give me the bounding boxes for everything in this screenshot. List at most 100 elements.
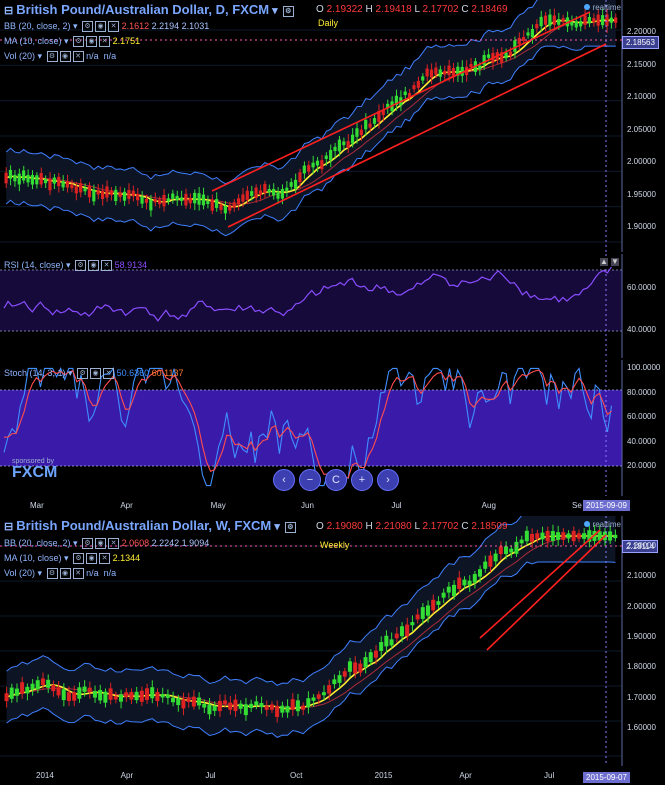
daily-vol-legend[interactable]: Vol (20) ▾ ⚙ ◉ ✕ n/a n/a xyxy=(4,51,116,63)
stoch-legend[interactable]: Stoch (14, 3, 1) ▾ ⚙ ◉ ✕ 50.6360 60.1137 xyxy=(4,368,184,380)
move-down-icon: ▼ xyxy=(611,257,619,266)
weekly-period-badge: Weekly xyxy=(320,540,350,550)
candle-body xyxy=(206,200,210,205)
close-icon[interactable]: ✕ xyxy=(72,568,84,580)
candle-body xyxy=(596,14,600,26)
rsi-panel[interactable]: RSI (14, close) ▾ ⚙ ◉ ✕ 58.9134 ▲ ▼ 60.0000… xyxy=(0,254,665,358)
candle-body xyxy=(176,698,181,706)
candle-body xyxy=(136,194,140,201)
candle-body xyxy=(350,134,355,144)
settings-icon[interactable]: ⚙ xyxy=(82,538,94,550)
candle-body xyxy=(347,661,352,672)
close-icon[interactable]: ✕ xyxy=(108,538,120,550)
settings-icon[interactable]: ⚙ xyxy=(82,21,94,33)
close-icon[interactable]: ✕ xyxy=(99,36,111,48)
candle-body xyxy=(153,198,157,203)
daily-symbol-title[interactable]: British Pound/Australian Dollar, D, FXCM xyxy=(16,2,269,17)
settings-icon[interactable]: ⚙ xyxy=(77,368,89,380)
scroll-left-button[interactable]: ‹ xyxy=(273,469,295,491)
y-tick-label: 40.0000 xyxy=(627,436,656,446)
candle-body xyxy=(289,182,293,187)
candle-body xyxy=(4,693,9,702)
candle-body xyxy=(25,686,30,694)
candle-body xyxy=(217,700,222,712)
candle-body xyxy=(446,586,451,593)
weekly-bb-legend[interactable]: BB (20, close, 2) ▾ ⚙ ◉ ✕ 2.0608 2.2242 1.… xyxy=(4,538,209,550)
candle-body xyxy=(254,187,258,198)
weekly-vol-legend[interactable]: Vol (20) ▾ ⚙ ◉ ✕ n/a n/a xyxy=(4,568,116,580)
candle-body xyxy=(232,202,236,208)
x-tick-label: Apr xyxy=(459,771,472,780)
candle-body xyxy=(245,190,249,200)
settings-icon[interactable]: ⚙ xyxy=(282,5,294,17)
eye-icon[interactable]: ◉ xyxy=(90,368,102,380)
candle-body xyxy=(96,189,100,195)
candle-body xyxy=(127,189,131,199)
close-icon[interactable]: ✕ xyxy=(101,260,113,272)
collapse-icon[interactable]: ⊟ xyxy=(4,521,13,533)
reset-button[interactable]: C xyxy=(325,469,347,491)
candle-body xyxy=(557,19,561,25)
candle-body xyxy=(582,533,587,539)
settings-icon[interactable]: ⚙ xyxy=(284,521,296,533)
chevron-down-icon[interactable]: ▾ xyxy=(274,521,280,533)
candle-body xyxy=(302,165,306,174)
candle-body xyxy=(301,705,306,710)
settings-icon[interactable]: ⚙ xyxy=(75,260,87,272)
candle-body xyxy=(124,692,129,698)
candle-body xyxy=(108,688,113,700)
candle-body xyxy=(65,181,70,188)
eye-icon[interactable]: ◉ xyxy=(59,51,71,63)
rsi-panel-controls[interactable]: ▲ ▼ xyxy=(597,257,619,266)
candle-body xyxy=(342,141,346,146)
candle-body xyxy=(571,530,576,542)
candle-body xyxy=(275,705,280,717)
candle-body xyxy=(561,532,566,540)
candle-body xyxy=(184,193,188,206)
weekly-symbol-title[interactable]: British Pound/Australian Dollar, W, FXCM xyxy=(16,518,271,533)
settings-icon[interactable]: ⚙ xyxy=(46,568,58,580)
settings-icon[interactable]: ⚙ xyxy=(73,36,85,48)
candle-body xyxy=(43,179,48,184)
candle-body xyxy=(526,32,530,36)
sponsor-logo[interactable]: sponsored by FXCM xyxy=(12,458,57,481)
x-tick-label: Jul xyxy=(391,501,402,510)
close-icon[interactable]: ✕ xyxy=(103,368,115,380)
daily-ohlc: O 2.19322 H 2.19418 L 2.17702 C 2.18469 xyxy=(316,4,508,15)
zoom-out-button[interactable]: − xyxy=(299,469,321,491)
candle-body xyxy=(509,548,514,553)
daily-chart-panel[interactable]: ⊟ British Pound/Australian Dollar, D, FX… xyxy=(0,0,665,252)
candle-body xyxy=(552,15,556,25)
zoom-in-button[interactable]: + xyxy=(351,469,373,491)
daily-ma-legend[interactable]: MA (10, close) ▾ ⚙ ◉ ✕ 2.1751 xyxy=(4,36,140,48)
weekly-chart-panel[interactable]: ⊟ British Pound/Australian Dollar, W, FX… xyxy=(0,516,665,766)
eye-icon[interactable]: ◉ xyxy=(88,260,100,272)
close-icon[interactable]: ✕ xyxy=(99,553,111,565)
candle-body xyxy=(608,531,613,541)
eye-icon[interactable]: ◉ xyxy=(86,36,98,48)
close-icon[interactable]: ✕ xyxy=(72,51,84,63)
settings-icon[interactable]: ⚙ xyxy=(73,553,85,565)
chevron-down-icon[interactable]: ▾ xyxy=(272,5,278,17)
candle-body xyxy=(451,68,456,77)
candle-body xyxy=(158,199,162,205)
candle-body xyxy=(144,688,149,700)
candle-body xyxy=(364,119,368,130)
candle-body xyxy=(144,198,149,203)
eye-icon[interactable]: ◉ xyxy=(95,21,107,33)
scroll-right-button[interactable]: › xyxy=(377,469,399,491)
candle-body xyxy=(457,577,462,589)
eye-icon[interactable]: ◉ xyxy=(59,568,71,580)
y-tick-label: 60.0000 xyxy=(627,283,656,292)
close-icon[interactable]: ✕ xyxy=(108,21,120,33)
eye-icon[interactable]: ◉ xyxy=(86,553,98,565)
y-tick-label: 2.20000 xyxy=(627,27,656,36)
eye-icon[interactable]: ◉ xyxy=(95,538,107,550)
settings-icon[interactable]: ⚙ xyxy=(46,51,58,63)
weekly-ma-legend[interactable]: MA (10, close) ▾ ⚙ ◉ ✕ 2.1344 xyxy=(4,553,140,565)
collapse-icon[interactable]: ⊟ xyxy=(4,5,13,17)
daily-header: ⊟ British Pound/Australian Dollar, D, FX… xyxy=(4,2,294,17)
daily-bb-legend[interactable]: BB (20, close, 2) ▾ ⚙ ◉ ✕ 2.1612 2.2194 2.… xyxy=(4,21,209,33)
rsi-legend[interactable]: RSI (14, close) ▾ ⚙ ◉ ✕ 58.9134 xyxy=(4,260,147,272)
candle-body xyxy=(280,705,285,713)
